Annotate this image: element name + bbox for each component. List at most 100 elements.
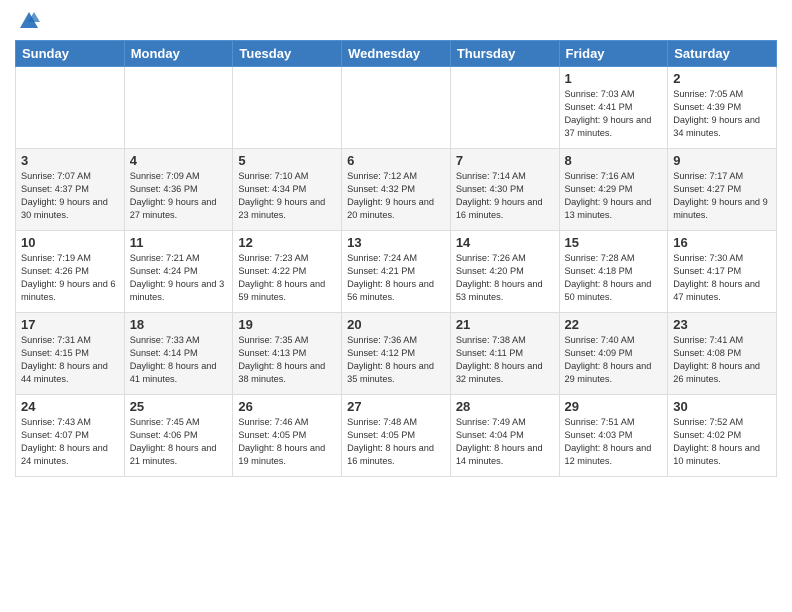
day-number: 27 [347, 399, 445, 414]
day-info: Sunrise: 7:12 AM Sunset: 4:32 PM Dayligh… [347, 170, 445, 222]
calendar-cell: 28 Sunrise: 7:49 AM Sunset: 4:04 PM Dayli… [450, 395, 559, 477]
week-row-0: 1Sunrise: 7:03 AM Sunset: 4:41 PM Daylig… [16, 67, 777, 149]
day-info: Sunrise: 7:33 AM Sunset: 4:14 PM Dayligh… [130, 334, 228, 386]
day-info: Sunrise: 7:49 AM Sunset: 4:04 PM Dayligh… [456, 416, 554, 468]
day-info: Sunrise: 7:31 AM Sunset: 4:15 PM Dayligh… [21, 334, 119, 386]
day-number: 6 [347, 153, 445, 168]
calendar-cell: 13Sunrise: 7:24 AM Sunset: 4:21 PM Dayli… [342, 231, 451, 313]
day-info: Sunrise: 7:40 AM Sunset: 4:09 PM Dayligh… [565, 334, 663, 386]
day-number: 23 [673, 317, 771, 332]
day-info: Sunrise: 7:43 AM Sunset: 4:07 PM Dayligh… [21, 416, 119, 468]
day-number: 17 [21, 317, 119, 332]
day-info: Sunrise: 7:45 AM Sunset: 4:06 PM Dayligh… [130, 416, 228, 468]
calendar-cell: 1Sunrise: 7:03 AM Sunset: 4:41 PM Daylig… [559, 67, 668, 149]
day-info: Sunrise: 7:26 AM Sunset: 4:20 PM Dayligh… [456, 252, 554, 304]
day-header-thursday: Thursday [450, 41, 559, 67]
day-number: 22 [565, 317, 663, 332]
day-number: 19 [238, 317, 336, 332]
day-info: Sunrise: 7:38 AM Sunset: 4:11 PM Dayligh… [456, 334, 554, 386]
day-number: 12 [238, 235, 336, 250]
calendar-cell: 3Sunrise: 7:07 AM Sunset: 4:37 PM Daylig… [16, 149, 125, 231]
calendar-cell: 21 Sunrise: 7:38 AM Sunset: 4:11 PM Dayli… [450, 313, 559, 395]
day-header-saturday: Saturday [668, 41, 777, 67]
day-info: Sunrise: 7:24 AM Sunset: 4:21 PM Dayligh… [347, 252, 445, 304]
day-number: 9 [673, 153, 771, 168]
calendar-table: SundayMondayTuesdayWednesdayThursdayFrid… [15, 40, 777, 477]
calendar-cell: 29 Sunrise: 7:51 AM Sunset: 4:03 PM Dayli… [559, 395, 668, 477]
day-number: 3 [21, 153, 119, 168]
day-header-friday: Friday [559, 41, 668, 67]
calendar-cell: 22 Sunrise: 7:40 AM Sunset: 4:09 PM Dayli… [559, 313, 668, 395]
calendar-cell: 14 Sunrise: 7:26 AM Sunset: 4:20 PM Dayli… [450, 231, 559, 313]
calendar-cell: 12 Sunrise: 7:23 AM Sunset: 4:22 PM Dayli… [233, 231, 342, 313]
day-info: Sunrise: 7:16 AM Sunset: 4:29 PM Dayligh… [565, 170, 663, 222]
day-info: Sunrise: 7:36 AM Sunset: 4:12 PM Dayligh… [347, 334, 445, 386]
logo-icon [18, 10, 40, 32]
day-info: Sunrise: 7:03 AM Sunset: 4:41 PM Dayligh… [565, 88, 663, 140]
day-info: Sunrise: 7:48 AM Sunset: 4:05 PM Dayligh… [347, 416, 445, 468]
day-info: Sunrise: 7:46 AM Sunset: 4:05 PM Dayligh… [238, 416, 336, 468]
calendar-cell: 30 Sunrise: 7:52 AM Sunset: 4:02 PM Dayli… [668, 395, 777, 477]
calendar-cell: 10Sunrise: 7:19 AM Sunset: 4:26 PM Dayli… [16, 231, 125, 313]
day-info: Sunrise: 7:09 AM Sunset: 4:36 PM Dayligh… [130, 170, 228, 222]
calendar-cell: 27 Sunrise: 7:48 AM Sunset: 4:05 PM Dayli… [342, 395, 451, 477]
day-info: Sunrise: 7:14 AM Sunset: 4:30 PM Dayligh… [456, 170, 554, 222]
day-number: 21 [456, 317, 554, 332]
calendar-cell: 5 Sunrise: 7:10 AM Sunset: 4:34 PM Daylig… [233, 149, 342, 231]
day-info: Sunrise: 7:51 AM Sunset: 4:03 PM Dayligh… [565, 416, 663, 468]
day-number: 14 [456, 235, 554, 250]
day-number: 5 [238, 153, 336, 168]
day-info: Sunrise: 7:23 AM Sunset: 4:22 PM Dayligh… [238, 252, 336, 304]
calendar-cell: 6 Sunrise: 7:12 AM Sunset: 4:32 PM Daylig… [342, 149, 451, 231]
day-number: 29 [565, 399, 663, 414]
day-info: Sunrise: 7:28 AM Sunset: 4:18 PM Dayligh… [565, 252, 663, 304]
day-number: 18 [130, 317, 228, 332]
week-row-3: 17 Sunrise: 7:31 AM Sunset: 4:15 PM Dayli… [16, 313, 777, 395]
day-header-monday: Monday [124, 41, 233, 67]
calendar-cell [233, 67, 342, 149]
day-number: 26 [238, 399, 336, 414]
day-number: 30 [673, 399, 771, 414]
week-row-2: 10Sunrise: 7:19 AM Sunset: 4:26 PM Dayli… [16, 231, 777, 313]
calendar-header-row: SundayMondayTuesdayWednesdayThursdayFrid… [16, 41, 777, 67]
day-number: 7 [456, 153, 554, 168]
calendar-cell: 2 Sunrise: 7:05 AM Sunset: 4:39 PM Daylig… [668, 67, 777, 149]
calendar-cell: 19Sunrise: 7:35 AM Sunset: 4:13 PM Dayli… [233, 313, 342, 395]
calendar-cell [342, 67, 451, 149]
calendar-cell: 23 Sunrise: 7:41 AM Sunset: 4:08 PM Dayli… [668, 313, 777, 395]
day-number: 28 [456, 399, 554, 414]
week-row-1: 3Sunrise: 7:07 AM Sunset: 4:37 PM Daylig… [16, 149, 777, 231]
day-header-tuesday: Tuesday [233, 41, 342, 67]
calendar-cell [450, 67, 559, 149]
calendar-cell: 24Sunrise: 7:43 AM Sunset: 4:07 PM Dayli… [16, 395, 125, 477]
calendar-cell: 26 Sunrise: 7:46 AM Sunset: 4:05 PM Dayli… [233, 395, 342, 477]
calendar-cell: 8 Sunrise: 7:16 AM Sunset: 4:29 PM Daylig… [559, 149, 668, 231]
calendar-cell: 17 Sunrise: 7:31 AM Sunset: 4:15 PM Dayli… [16, 313, 125, 395]
day-number: 8 [565, 153, 663, 168]
day-info: Sunrise: 7:05 AM Sunset: 4:39 PM Dayligh… [673, 88, 771, 140]
logo [15, 10, 40, 32]
logo-text [15, 10, 40, 32]
calendar-cell: 9Sunrise: 7:17 AM Sunset: 4:27 PM Daylig… [668, 149, 777, 231]
day-header-sunday: Sunday [16, 41, 125, 67]
day-info: Sunrise: 7:52 AM Sunset: 4:02 PM Dayligh… [673, 416, 771, 468]
day-number: 15 [565, 235, 663, 250]
day-number: 25 [130, 399, 228, 414]
calendar-cell: 4 Sunrise: 7:09 AM Sunset: 4:36 PM Daylig… [124, 149, 233, 231]
day-number: 16 [673, 235, 771, 250]
calendar-cell: 16Sunrise: 7:30 AM Sunset: 4:17 PM Dayli… [668, 231, 777, 313]
day-header-wednesday: Wednesday [342, 41, 451, 67]
calendar-cell: 18 Sunrise: 7:33 AM Sunset: 4:14 PM Dayli… [124, 313, 233, 395]
day-number: 2 [673, 71, 771, 86]
day-info: Sunrise: 7:10 AM Sunset: 4:34 PM Dayligh… [238, 170, 336, 222]
calendar-cell: 25 Sunrise: 7:45 AM Sunset: 4:06 PM Dayli… [124, 395, 233, 477]
calendar-cell: 11Sunrise: 7:21 AM Sunset: 4:24 PM Dayli… [124, 231, 233, 313]
calendar-cell [124, 67, 233, 149]
header [15, 10, 777, 32]
page: SundayMondayTuesdayWednesdayThursdayFrid… [0, 0, 792, 612]
day-number: 4 [130, 153, 228, 168]
day-number: 20 [347, 317, 445, 332]
calendar-cell [16, 67, 125, 149]
day-info: Sunrise: 7:41 AM Sunset: 4:08 PM Dayligh… [673, 334, 771, 386]
calendar-cell: 7 Sunrise: 7:14 AM Sunset: 4:30 PM Daylig… [450, 149, 559, 231]
